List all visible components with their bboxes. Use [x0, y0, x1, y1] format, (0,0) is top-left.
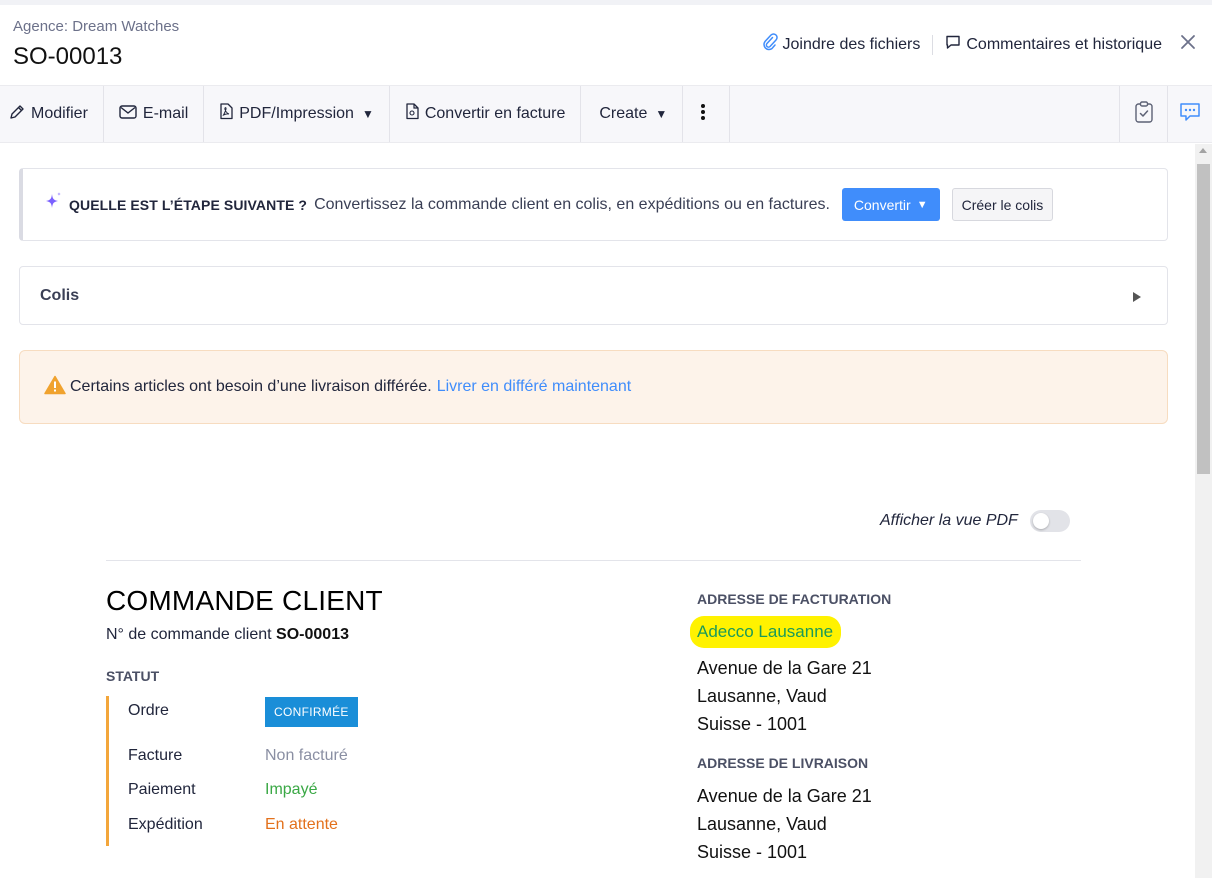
- alert-text: Certains articles ont besoin d’une livra…: [70, 378, 432, 395]
- scroll-up-icon[interactable]: [1199, 148, 1207, 153]
- action-toolbar: Modifier E-mail PDF/Impression ▼ Convert…: [0, 85, 1212, 143]
- status-order-label: Ordre: [128, 702, 169, 719]
- create-menu-button[interactable]: Create ▼: [581, 86, 684, 142]
- expand-arrow-icon[interactable]: [1133, 292, 1141, 302]
- packages-panel[interactable]: Colis: [19, 266, 1168, 325]
- toggle-knob: [1032, 513, 1049, 529]
- pdf-view-toggle-row: Afficher la vue PDF: [880, 510, 1070, 532]
- convert-button[interactable]: Convertir ▼: [841, 188, 940, 221]
- billing-customer-link[interactable]: Adecco Lausanne: [690, 616, 842, 648]
- order-number-label: N° de commande client: [106, 626, 272, 643]
- organization-label: Agence: Dream Watches: [13, 18, 180, 35]
- invoice-file-icon: [405, 103, 425, 125]
- email-label: E-mail: [142, 105, 189, 122]
- pencil-icon: [9, 104, 31, 125]
- deferred-delivery-alert: Certains articles ont besoin d’une livra…: [19, 350, 1168, 424]
- create-package-button[interactable]: Créer le colis: [951, 188, 1054, 221]
- page-title: SO-00013: [13, 43, 123, 70]
- tasks-button[interactable]: [1119, 86, 1167, 142]
- caret-down-icon: ▼: [655, 107, 668, 121]
- vertical-scrollbar[interactable]: [1195, 144, 1212, 878]
- next-step-banner: QUELLE EST L’ÉTAPE SUIVANTE ? Convertiss…: [19, 168, 1168, 241]
- paperclip-icon: [762, 33, 783, 56]
- status-invoice-value: Non facturé: [265, 747, 348, 764]
- clipboard-check-icon: [1134, 100, 1154, 128]
- shipping-address-heading: ADRESSE DE LIVRAISON: [697, 755, 869, 771]
- scrollbar-thumb[interactable]: [1197, 164, 1210, 474]
- next-step-title: QUELLE EST L’ÉTAPE SUIVANTE ?: [69, 196, 308, 213]
- deliver-deferred-link[interactable]: Livrer en différé maintenant: [437, 378, 631, 396]
- header-separator: [932, 34, 934, 55]
- billing-address-line: Lausanne, Vaud: [697, 686, 827, 706]
- status-payment-value: Impayé: [265, 781, 318, 798]
- pdf-file-icon: [219, 103, 239, 125]
- pdf-view-label: Afficher la vue PDF: [880, 512, 1018, 529]
- create-package-label: Créer le colis: [961, 196, 1044, 213]
- shipping-address-line: Lausanne, Vaud: [697, 814, 827, 834]
- document-divider: [106, 560, 1081, 561]
- billing-address-line: Avenue de la Gare 21: [697, 658, 872, 678]
- comments-history-label: Commentaires et historique: [966, 35, 1162, 53]
- status-shipping-label: Expédition: [128, 816, 203, 833]
- convert-invoice-label: Convertir en facture: [424, 105, 566, 122]
- more-options-button[interactable]: [683, 86, 731, 142]
- comments-history-button[interactable]: Commentaires et historique: [945, 34, 1162, 55]
- email-button[interactable]: E-mail: [104, 86, 205, 142]
- order-number-line: N° de commande client SO-00013: [106, 626, 349, 644]
- billing-address-heading: ADRESSE DE FACTURATION: [697, 591, 892, 607]
- envelope-icon: [119, 104, 143, 124]
- pdf-print-button[interactable]: PDF/Impression ▼: [204, 86, 390, 142]
- convert-invoice-button[interactable]: Convertir en facture: [390, 86, 582, 142]
- pdf-print-label: PDF/Impression: [239, 105, 354, 122]
- header-actions: Joindre des fichiers Commentaires et his…: [762, 33, 1196, 56]
- status-payment-label: Paiement: [128, 781, 196, 798]
- packages-title: Colis: [40, 286, 80, 304]
- warning-icon: [44, 375, 66, 400]
- comment-icon: [945, 34, 966, 55]
- chat-button[interactable]: [1167, 86, 1212, 142]
- sparkle-icon: [43, 191, 63, 218]
- caret-down-icon: ▼: [916, 198, 928, 211]
- convert-label: Convertir: [853, 196, 911, 213]
- status-shipping-value: En attente: [265, 816, 338, 833]
- shipping-address-line: Suisse - 1001: [697, 842, 808, 862]
- shipping-address-line: Avenue de la Gare 21: [697, 786, 872, 806]
- vertical-dots-icon: [701, 103, 711, 126]
- document-title: COMMANDE CLIENT: [106, 585, 383, 616]
- attach-files-label: Joindre des fichiers: [782, 35, 921, 53]
- status-badge: CONFIRMÉE: [265, 697, 358, 727]
- next-step-text: Convertissez la commande client en colis…: [314, 195, 830, 213]
- close-icon[interactable]: [1180, 34, 1196, 55]
- caret-down-icon: ▼: [361, 107, 374, 121]
- attach-files-button[interactable]: Joindre des fichiers: [762, 33, 921, 56]
- toolbar-right-icons: [1119, 86, 1212, 142]
- billing-address-line: Suisse - 1001: [697, 714, 808, 734]
- chat-bubble-icon: [1179, 102, 1201, 127]
- status-accent-bar: [106, 696, 109, 846]
- order-number-value: SO-00013: [276, 626, 349, 643]
- create-label: Create: [599, 105, 648, 122]
- page-header: Agence: Dream Watches SO-00013 Joindre d…: [0, 5, 1212, 85]
- pdf-view-toggle[interactable]: [1029, 510, 1070, 532]
- status-invoice-label: Facture: [128, 747, 183, 764]
- edit-label: Modifier: [31, 105, 88, 122]
- edit-button[interactable]: Modifier: [0, 86, 104, 142]
- status-heading: STATUT: [106, 668, 160, 684]
